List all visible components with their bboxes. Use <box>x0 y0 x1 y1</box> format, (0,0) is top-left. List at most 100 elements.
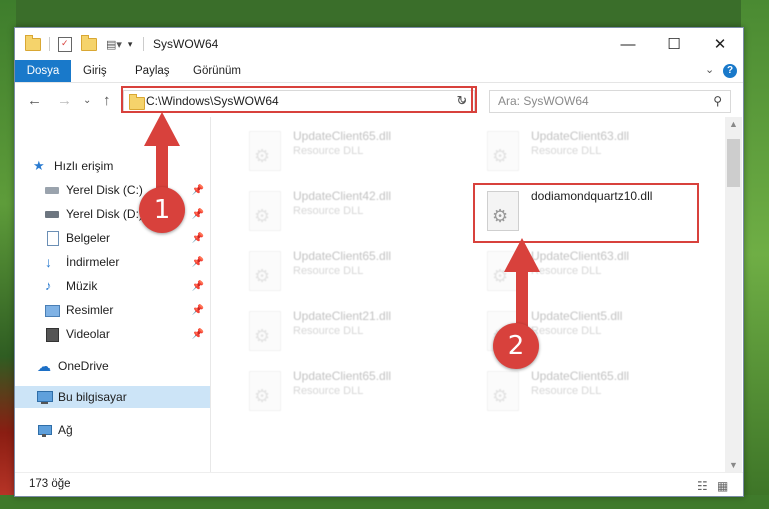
refresh-highlight-box <box>449 86 473 113</box>
file-name: UpdateClient21.dll <box>293 309 392 323</box>
sidebar-item-indirmeler[interactable]: ↓ İndirmeler 📌 <box>15 251 210 273</box>
dll-file-icon <box>249 191 281 231</box>
recent-locations-button[interactable]: ⌄ <box>83 95 91 106</box>
customize-toolbar-icon[interactable]: ▾ <box>128 39 133 50</box>
properties-icon[interactable]: ✓ <box>58 36 72 52</box>
computer-icon <box>37 390 53 404</box>
title-divider <box>143 37 144 51</box>
sidebar-item-label: Belgeler <box>66 231 111 245</box>
search-placeholder: Ara: SysWOW64 <box>498 94 589 108</box>
sidebar-item-label: Ağ <box>58 423 73 437</box>
vertical-scrollbar[interactable]: ▲ ▼ <box>725 117 742 472</box>
file-item[interactable]: UpdateClient5.dll Resource DLL <box>459 307 679 359</box>
item-count: 173 öğe <box>29 478 71 490</box>
documents-icon <box>45 231 59 246</box>
sidebar-item-onedrive[interactable]: ☁ OneDrive <box>15 355 210 377</box>
forward-button[interactable]: → <box>57 92 72 109</box>
file-item[interactable]: UpdateClient65.dll Resource DLL <box>221 127 441 179</box>
scroll-up-icon[interactable]: ▲ <box>725 119 742 129</box>
dll-file-icon <box>249 311 281 351</box>
sidebar-item-label: OneDrive <box>58 359 109 373</box>
file-item[interactable]: UpdateClient65.dll Resource DLL <box>459 367 679 419</box>
title-bar: ✓ ▤▾ ▾ SysWOW64 — ☐ ✕ <box>15 28 743 60</box>
details-view-icon[interactable]: ☷ <box>697 479 708 493</box>
customize-view-icon[interactable]: ▤▾ <box>106 38 122 51</box>
close-button[interactable]: ✕ <box>697 28 743 60</box>
search-input[interactable]: Ara: SysWOW64 ⚲ <box>489 90 731 113</box>
videos-icon <box>45 327 59 342</box>
file-item[interactable]: UpdateClient63.dll Resource DLL <box>459 247 679 299</box>
file-type: Resource DLL <box>293 145 364 157</box>
callout-badge-2: 2 <box>493 323 539 369</box>
tab-dosya[interactable]: Dosya <box>15 60 71 82</box>
file-item[interactable]: UpdateClient42.dll Resource DLL <box>221 187 441 239</box>
minimize-button[interactable]: — <box>605 28 651 60</box>
desktop-background-right <box>741 0 769 509</box>
dll-file-icon <box>249 371 281 411</box>
quick-access-toolbar: ✓ ▤▾ ▾ <box>25 34 133 53</box>
search-icon: ⚲ <box>713 94 722 108</box>
sidebar-item-label: Müzik <box>66 279 98 293</box>
ribbon-tabs: Dosya Giriş Paylaş Görünüm ⌄ ? <box>15 60 743 83</box>
file-type: Resource DLL <box>293 265 364 277</box>
sidebar-item-videolar[interactable]: Videolar 📌 <box>15 323 210 345</box>
file-type: Resource DLL <box>293 325 364 337</box>
expand-ribbon-icon[interactable]: ⌄ <box>705 63 714 76</box>
cloud-icon: ☁ <box>37 358 51 374</box>
drive-icon <box>45 207 59 221</box>
sidebar-item-label: Yerel Disk (C:) <box>66 183 143 197</box>
file-highlight-box <box>473 183 699 243</box>
file-item[interactable]: UpdateClient63.dll Resource DLL <box>459 127 679 179</box>
network-icon <box>37 423 52 437</box>
star-icon: ★ <box>33 158 45 173</box>
maximize-button[interactable]: ☐ <box>651 28 697 60</box>
sidebar-item-muzik[interactable]: ♪ Müzik 📌 <box>15 275 210 297</box>
file-name: UpdateClient42.dll <box>293 189 392 203</box>
file-item[interactable]: UpdateClient65.dll Resource DLL <box>221 367 441 419</box>
address-row: ← → ⌄ ↑ C:\Windows\SysWOW64 ⌄ ↻ Ara: Sys… <box>15 83 743 117</box>
dll-file-icon <box>487 131 519 171</box>
sidebar-item-resimler[interactable]: Resimler 📌 <box>15 299 210 321</box>
file-type: Resource DLL <box>531 145 602 157</box>
tab-gorunum[interactable]: Görünüm <box>183 60 251 82</box>
toolbar-divider <box>49 37 50 51</box>
up-button[interactable]: ↑ <box>103 92 111 109</box>
dll-file-icon <box>249 251 281 291</box>
pin-icon: 📌 <box>191 280 204 292</box>
folder-icon <box>25 34 41 51</box>
file-name: UpdateClient63.dll <box>531 129 630 143</box>
music-icon: ♪ <box>45 278 52 293</box>
pin-icon: 📌 <box>191 232 204 244</box>
tab-giris[interactable]: Giriş <box>73 60 117 82</box>
back-button[interactable]: ← <box>27 92 42 109</box>
dll-file-icon <box>487 371 519 411</box>
file-item[interactable]: UpdateClient65.dll Resource DLL <box>221 247 441 299</box>
new-folder-icon[interactable] <box>81 34 97 51</box>
scroll-down-icon[interactable]: ▼ <box>725 460 742 470</box>
file-name: UpdateClient65.dll <box>531 369 630 383</box>
file-type: Resource DLL <box>293 385 364 397</box>
pin-icon: 📌 <box>191 304 204 316</box>
desktop-background-bottom <box>0 495 769 509</box>
scrollbar-thumb[interactable] <box>727 139 740 187</box>
dll-file-icon <box>249 131 281 171</box>
sidebar-item-this-pc[interactable]: Bu bilgisayar <box>15 386 210 408</box>
window-title: SysWOW64 <box>153 37 219 51</box>
file-item[interactable]: UpdateClient21.dll Resource DLL <box>221 307 441 359</box>
file-name: UpdateClient65.dll <box>293 129 392 143</box>
sidebar-item-label: İndirmeler <box>66 255 120 269</box>
sidebar-item-label: Resimler <box>66 303 114 317</box>
status-bar: 173 öğe ☷ ▦ <box>15 472 743 496</box>
file-name: UpdateClient65.dll <box>293 369 392 383</box>
address-highlight-box <box>121 86 477 113</box>
large-icons-view-icon[interactable]: ▦ <box>717 479 728 493</box>
sidebar-item-label: Videolar <box>66 327 110 341</box>
pictures-icon <box>45 303 60 317</box>
file-type: Resource DLL <box>531 385 602 397</box>
pin-icon: 📌 <box>191 328 204 340</box>
sidebar-item-label: Bu bilgisayar <box>58 390 127 404</box>
tab-paylas[interactable]: Paylaş <box>125 60 180 82</box>
download-icon: ↓ <box>45 254 52 270</box>
sidebar-item-network[interactable]: Ağ <box>15 419 210 441</box>
help-icon[interactable]: ? <box>723 64 737 78</box>
